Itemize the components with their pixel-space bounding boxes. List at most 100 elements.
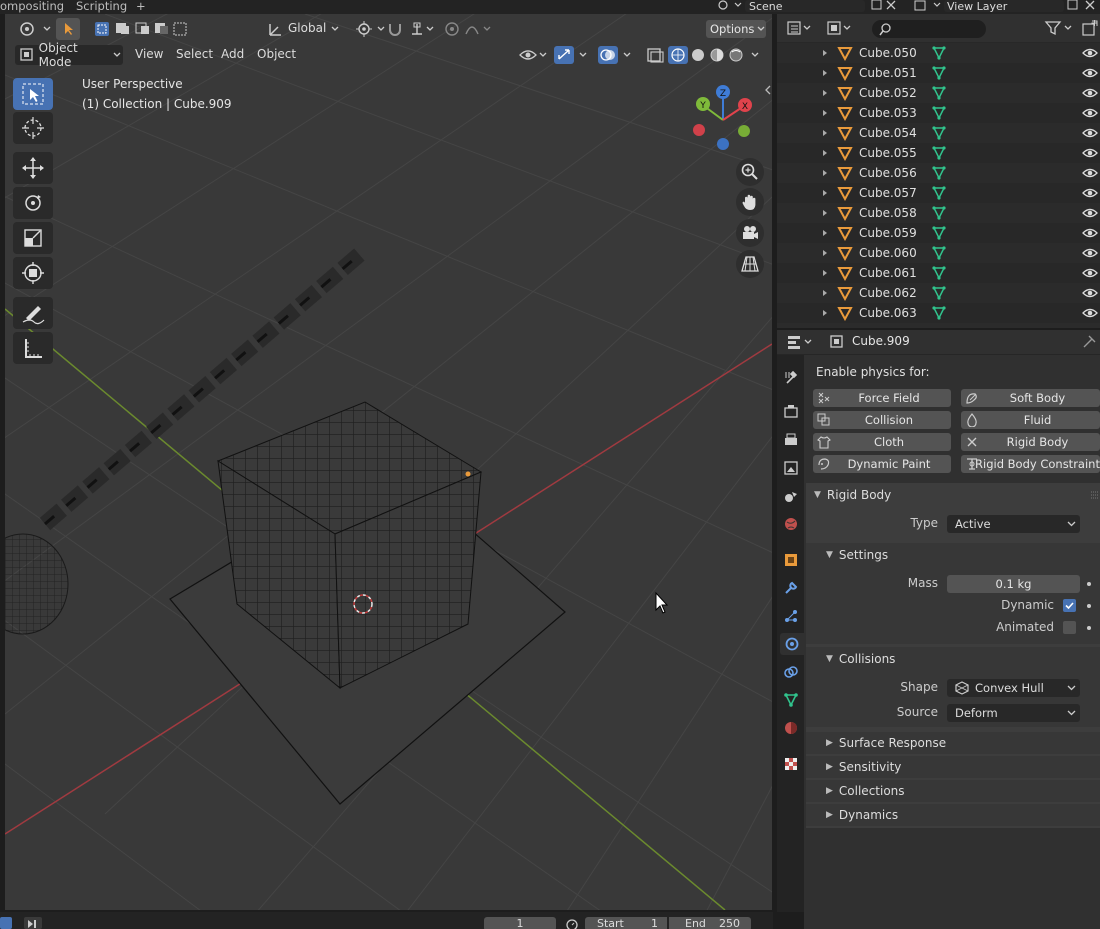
dynamics-subpanel[interactable]: ▶ Dynamics [806,804,1100,826]
editor-type-button[interactable] [14,18,58,40]
display-mode-icon[interactable] [825,19,853,37]
eye-icon[interactable] [1082,127,1098,139]
scene-tab-icon[interactable] [780,485,802,507]
dynamic-checkbox[interactable] [1063,599,1076,612]
outliner-row[interactable]: Cube.057 [777,183,1100,203]
cursor-tool-icon[interactable] [13,112,53,144]
expand-arrow-icon[interactable] [821,289,829,297]
proportional-editing-icon[interactable] [440,18,496,40]
pivot-point-icon[interactable] [352,18,388,40]
outliner-row[interactable]: Cube.053 [777,103,1100,123]
collisions-subpanel-header[interactable]: ▼ Collisions [806,648,1100,670]
eye-icon[interactable] [1082,107,1098,119]
mesh-data-icon[interactable] [931,265,947,281]
view-layer-copy-icon[interactable] [1064,0,1100,12]
mesh-data-icon[interactable] [931,165,947,181]
outliner-row[interactable]: Cube.061 [777,263,1100,283]
sidebar-toggle-icon[interactable] [764,84,772,96]
annotate-tool-icon[interactable] [13,297,53,329]
properties-editor-type-icon[interactable] [785,333,815,351]
outliner-row[interactable]: Cube.056 [777,163,1100,183]
expand-arrow-icon[interactable] [821,149,829,157]
collision-button[interactable]: Collision [813,411,951,429]
pan-hand-icon[interactable] [736,188,764,216]
outliner-editor-type-icon[interactable] [785,19,813,37]
snap-icon[interactable] [385,18,437,40]
expand-arrow-icon[interactable] [821,169,829,177]
expand-arrow-icon[interactable] [821,49,829,57]
shading-mode-buttons[interactable] [668,45,768,65]
mesh-data-icon[interactable] [931,45,947,61]
eye-icon[interactable] [1082,47,1098,59]
select-tool-icon[interactable] [56,18,80,40]
3d-viewport[interactable] [5,14,772,910]
expand-arrow-icon[interactable] [821,189,829,197]
mesh-data-icon[interactable] [931,245,947,261]
end-frame-field[interactable]: End 250 [669,917,751,929]
options-dropdown[interactable]: Options [706,20,766,38]
filter-icon[interactable] [1043,19,1075,37]
outliner-row[interactable]: Cube.058 [777,203,1100,223]
outliner-row[interactable]: Cube.060 [777,243,1100,263]
menu-add[interactable]: Add [221,47,244,61]
type-dropdown[interactable]: Active [947,515,1080,533]
new-collection-icon[interactable] [1081,19,1099,37]
view-layer-field[interactable]: View Layer [944,0,1064,13]
pin-icon[interactable] [1081,334,1097,350]
keyframe-dot-icon[interactable] [1087,582,1091,586]
source-dropdown[interactable]: Deform [947,704,1080,722]
outliner-row[interactable]: Cube.063 [777,303,1100,323]
outliner-row[interactable]: Cube.054 [777,123,1100,143]
add-workspace-button[interactable]: + [136,0,146,13]
eye-icon[interactable] [1082,147,1098,159]
view-layer-icon[interactable] [912,0,942,12]
outliner-row[interactable]: Cube.055 [777,143,1100,163]
tool-tab-icon[interactable] [780,366,802,388]
mesh-data-icon[interactable] [931,305,947,321]
mesh-data-icon[interactable] [931,285,947,301]
rigid-body-constraint-button[interactable]: Rigid Body Constraint [961,455,1100,473]
collections-subpanel[interactable]: ▶ Collections [806,780,1100,802]
eye-icon[interactable] [1082,287,1098,299]
menu-object[interactable]: Object [257,47,296,61]
drag-handle-icon[interactable] [1090,490,1100,500]
expand-arrow-icon[interactable] [821,129,829,137]
eye-icon[interactable] [1082,247,1098,259]
expand-arrow-icon[interactable] [821,69,829,77]
outliner-row-partial[interactable] [777,323,1100,328]
outliner-row[interactable]: Cube.062 [777,283,1100,303]
animated-checkbox[interactable] [1063,621,1076,634]
world-tab-icon[interactable] [780,513,802,535]
shape-dropdown[interactable]: Convex Hull [947,679,1080,697]
expand-arrow-icon[interactable] [821,229,829,237]
constraints-tab-icon[interactable] [780,661,802,683]
output-tab-icon[interactable] [780,429,802,451]
fluid-button[interactable]: Fluid [961,411,1100,429]
keyframe-dot-icon[interactable] [1087,626,1091,630]
expand-arrow-icon[interactable] [821,109,829,117]
view-layer-tab-icon[interactable] [780,457,802,479]
menu-view[interactable]: View [135,47,163,61]
keyframe-dot-icon[interactable] [1087,604,1091,608]
menu-select[interactable]: Select [176,47,213,61]
object-mode-dropdown[interactable]: Object Mode [15,41,123,69]
mesh-data-icon[interactable] [931,225,947,241]
eye-icon[interactable] [1082,207,1098,219]
move-tool-icon[interactable] [13,152,53,184]
mesh-data-icon[interactable] [931,65,947,81]
transform-orientation-dropdown[interactable]: Global [266,18,342,40]
texture-tab-icon[interactable] [780,753,802,775]
expand-arrow-icon[interactable] [821,209,829,217]
render-tab-icon[interactable] [780,401,802,423]
dynamic-paint-button[interactable]: Dynamic Paint [813,455,951,473]
scene-icon[interactable] [713,0,743,12]
force-field-button[interactable]: Force Field [813,389,951,407]
mesh-data-icon[interactable] [931,145,947,161]
modifier-tab-icon[interactable] [780,577,802,599]
measure-tool-icon[interactable] [13,332,53,364]
eye-icon[interactable] [1082,87,1098,99]
eye-icon[interactable] [1082,187,1098,199]
scale-tool-icon[interactable] [13,222,53,254]
play-icon[interactable] [0,917,12,929]
tab-scripting[interactable]: Scripting [76,0,127,13]
